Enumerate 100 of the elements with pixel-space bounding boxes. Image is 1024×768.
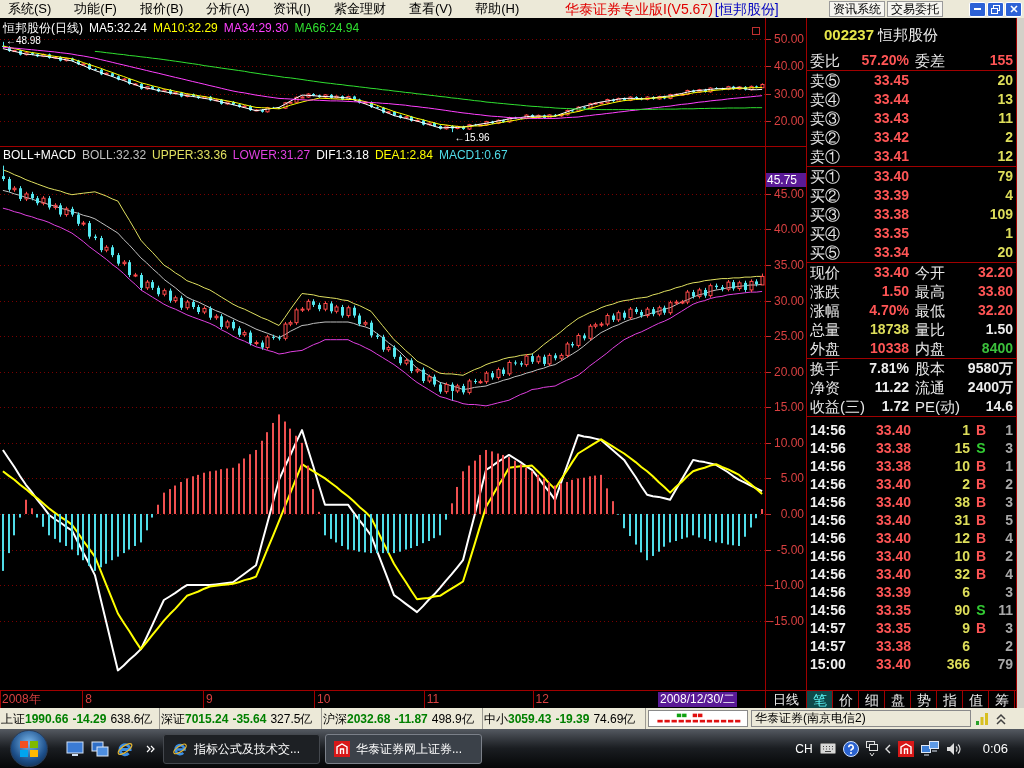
order-price: 33.34 xyxy=(873,243,909,262)
trade-count: 5 xyxy=(1005,511,1013,529)
trade-price: 33.40 xyxy=(875,493,911,511)
value-marker: 45.75 xyxy=(766,173,806,187)
trade-volume: 6 xyxy=(962,637,970,655)
index-change: -11.87 xyxy=(394,711,428,726)
trade-count: 3 xyxy=(1005,583,1013,601)
trade-count: 1 xyxy=(1005,457,1013,475)
trade-price: 33.38 xyxy=(875,439,911,457)
order-price: 33.38 xyxy=(873,205,909,224)
period-label: 日线 xyxy=(773,692,799,707)
quote-label: 净资 xyxy=(810,378,840,397)
trade-price: 33.40 xyxy=(875,421,911,439)
quote-label: 现价 xyxy=(810,263,840,282)
trade-price: 33.38 xyxy=(875,457,911,475)
legend-label: MA34:29.30 xyxy=(223,21,289,35)
axis-label: -5.00 xyxy=(776,542,804,557)
trade-price: 33.40 xyxy=(875,565,911,583)
legend-label: MACD1:0.67 xyxy=(438,148,508,162)
quote-label: 涨跌 xyxy=(810,282,840,301)
quote-value: 57.20% xyxy=(861,51,909,70)
trade-volume: 32 xyxy=(954,565,970,583)
stock-title: [恒邦股份] xyxy=(714,1,779,17)
order-volume: 13 xyxy=(997,90,1013,109)
clock: 0:06 xyxy=(982,741,1008,756)
index-name: 上证 xyxy=(1,711,25,726)
order-label: 卖④ xyxy=(810,90,840,109)
quote-label: 换手 xyxy=(810,359,840,378)
trade-side: B xyxy=(975,565,987,583)
trade-time: 14:57 xyxy=(810,619,846,637)
order-volume: 109 xyxy=(989,205,1013,224)
order-volume: 2 xyxy=(1005,128,1013,147)
axis-label: 20.00 xyxy=(773,114,804,129)
quote-value: 8400 xyxy=(981,339,1013,358)
order-label: 卖② xyxy=(810,128,840,147)
trade-time: 14:57 xyxy=(810,637,846,655)
quote-label: 总量 xyxy=(810,320,840,339)
axis-label: 30.00 xyxy=(773,293,804,308)
quote-label: 量比 xyxy=(915,320,945,339)
chart-title: BOLL+MACD xyxy=(3,148,77,162)
index-amount: 327.5亿 xyxy=(270,711,313,726)
quote-value: 33.80 xyxy=(977,282,1013,301)
trade-time: 14:56 xyxy=(810,475,846,493)
quote-value: 4.70% xyxy=(869,301,909,320)
chart-title: 恒邦股份(日线) xyxy=(3,21,83,35)
quote-value: 1.50 xyxy=(985,320,1013,339)
quote-label: PE(动) xyxy=(915,397,960,416)
trade-count: 3 xyxy=(1005,439,1013,457)
trade-count: 2 xyxy=(1005,547,1013,565)
quote-label: 委差 xyxy=(915,51,945,70)
trade-count: 4 xyxy=(1005,529,1013,547)
order-volume: 1 xyxy=(1005,224,1013,243)
quote-value: 7.81% xyxy=(869,359,909,378)
order-price: 33.43 xyxy=(873,109,909,128)
month-label: 11 xyxy=(426,691,440,708)
quote-label: 最低 xyxy=(915,301,945,320)
axis-label: 30.00 xyxy=(773,86,804,101)
connection-status: 华泰证券(南京电信2) xyxy=(751,710,971,727)
trade-time: 14:56 xyxy=(810,547,846,565)
trade-price: 33.40 xyxy=(875,511,911,529)
axis-label: 40.00 xyxy=(773,59,804,74)
trade-side: S xyxy=(976,439,986,457)
trade-price: 33.40 xyxy=(875,475,911,493)
trade-volume: 1 xyxy=(962,421,970,439)
trade-volume: 90 xyxy=(954,601,970,619)
trade-side: S xyxy=(976,601,986,619)
month-label: 12 xyxy=(535,691,549,708)
quote-label: 委比 xyxy=(810,51,840,70)
order-volume: 11 xyxy=(998,109,1013,128)
axis-label: 10.00 xyxy=(773,435,804,450)
axis-label: 15.00 xyxy=(773,400,804,415)
legend-label: DIF1:3.18 xyxy=(316,148,369,162)
month-label: 8 xyxy=(85,691,92,708)
axis-label: -15.00 xyxy=(769,613,804,628)
index-change: -14.29 xyxy=(72,711,107,726)
price-annotation: ←48.98 xyxy=(5,35,41,46)
axis-label: 50.00 xyxy=(773,32,804,47)
trade-side: B xyxy=(975,511,987,529)
trade-volume: 10 xyxy=(954,547,970,565)
order-volume: 4 xyxy=(1005,186,1013,205)
quote-value: 32.20 xyxy=(977,301,1013,320)
trade-price: 33.39 xyxy=(875,583,911,601)
quote-label: 内盘 xyxy=(915,339,945,358)
quote-label: 最高 xyxy=(915,282,945,301)
app-title: 华泰证券专业版I(V5.67) xyxy=(565,1,713,17)
trade-price: 33.40 xyxy=(875,655,911,673)
trade-time: 14:56 xyxy=(810,457,846,475)
order-label: 买② xyxy=(810,186,840,205)
legend-label: LOWER:31.27 xyxy=(232,148,311,162)
trade-time: 14:56 xyxy=(810,565,846,583)
axis-label: 35.00 xyxy=(773,258,804,273)
axis-label: 40.00 xyxy=(773,222,804,237)
order-label: 卖③ xyxy=(810,109,840,128)
stock-code: 002237 xyxy=(824,25,875,44)
trade-side: B xyxy=(975,619,987,637)
order-label: 买① xyxy=(810,167,840,186)
trade-count: 1 xyxy=(1005,421,1013,439)
quote-label: 涨幅 xyxy=(810,301,840,320)
quote-value: 32.20 xyxy=(977,263,1013,282)
price-annotation: ←15.96 xyxy=(454,133,490,144)
